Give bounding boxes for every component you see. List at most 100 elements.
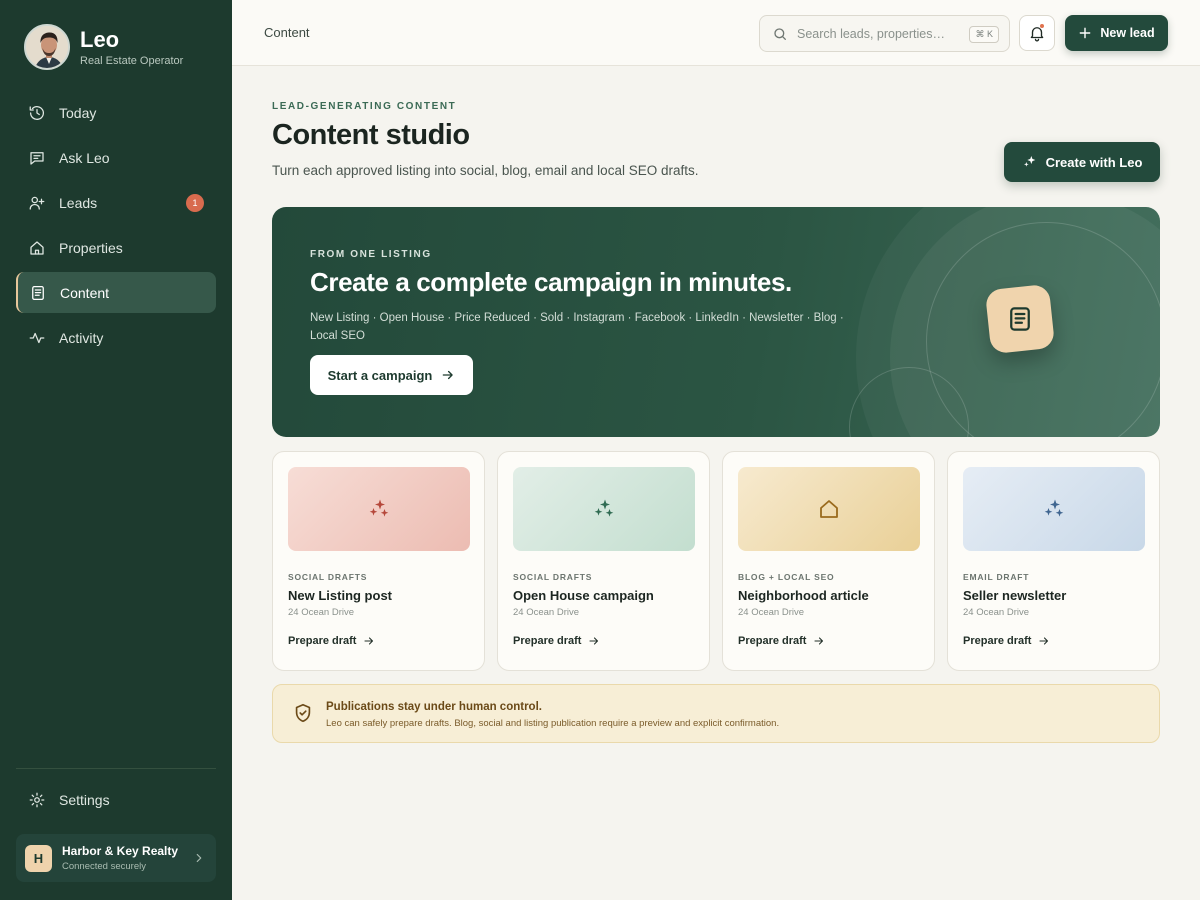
template-card[interactable]: SOCIAL DRAFTS Open House campaign 24 Oce… (497, 451, 710, 671)
top-header: Content ⌘ K New lead (232, 0, 1200, 66)
pulse-icon (29, 332, 45, 343)
chat-icon (30, 151, 44, 165)
prepare-draft-label: Prepare draft (963, 635, 1032, 647)
new-lead-label: New lead (1100, 26, 1155, 40)
hero-eyebrow: FROM ONE LISTING (310, 249, 432, 260)
leads-count-badge: 1 (186, 194, 204, 212)
org-logo: H (25, 844, 52, 872)
search-icon (774, 27, 786, 40)
create-with-leo-button[interactable]: Create with Leo (1004, 142, 1160, 182)
card-category: SOCIAL DRAFTS (288, 572, 368, 582)
card-category: SOCIAL DRAFTS (513, 572, 593, 582)
sparkles-icon (594, 499, 614, 517)
sidebar-item-label: Content (60, 284, 110, 301)
prepare-draft-button[interactable]: Prepare draft (963, 635, 1050, 647)
start-campaign-label: Start a campaign (327, 367, 433, 383)
page-title: Content studio (272, 119, 470, 151)
org-status: Connected securely (62, 861, 146, 872)
chevron-right-icon (196, 853, 202, 863)
arrow-right-icon (1039, 637, 1049, 645)
card-category: EMAIL DRAFT (963, 572, 1030, 582)
sidebar-item-label: Activity (59, 329, 104, 346)
avatar (24, 24, 70, 70)
sidebar-item-settings[interactable]: Settings (16, 779, 216, 820)
create-with-leo-label: Create with Leo (1045, 154, 1143, 170)
sparkles-icon (1044, 499, 1064, 517)
card-title: Neighborhood article (738, 588, 869, 603)
sparkles-icon (369, 499, 389, 517)
template-cards: SOCIAL DRAFTS New Listing post 24 Ocean … (272, 451, 1160, 671)
card-art (513, 467, 695, 551)
notifications-button[interactable] (1019, 15, 1055, 51)
sidebar-item-leads[interactable]: Leads 1 (16, 182, 216, 223)
template-card[interactable]: EMAIL DRAFT Seller newsletter 24 Ocean D… (947, 451, 1160, 671)
campaign-hero: FROM ONE LISTING Create a complete campa… (272, 207, 1160, 437)
search-shortcut: ⌘ K (969, 26, 999, 43)
sparkles-icon (1023, 156, 1035, 167)
arrow-right-icon (364, 637, 374, 645)
card-category: BLOG + LOCAL SEO (738, 572, 835, 582)
org-name: Harbor & Key Realty (62, 844, 179, 858)
plus-icon (1080, 27, 1091, 39)
sidebar-item-content[interactable]: Content (16, 272, 216, 313)
sidebar-item-label: Settings (59, 791, 110, 808)
sidebar-item-ask-leo[interactable]: Ask Leo (16, 137, 216, 178)
search-box[interactable]: ⌘ K (759, 15, 1010, 52)
clock-history-icon (29, 105, 44, 120)
arrow-right-icon (814, 637, 824, 645)
profile[interactable]: Leo Real Estate Operator (24, 24, 183, 70)
card-art (963, 467, 1145, 551)
sidebar-item-label: Today (59, 104, 97, 121)
search-input[interactable] (797, 26, 947, 41)
sidebar-divider (16, 768, 216, 769)
sidebar-item-label: Properties (59, 239, 123, 256)
house-icon (30, 240, 44, 255)
arrow-right-icon (443, 370, 454, 380)
sidebar-item-today[interactable]: Today (16, 92, 216, 133)
human-control-notice: Publications stay under human control. L… (272, 684, 1160, 743)
hero-channel-list: New Listing · Open House · Price Reduced… (310, 312, 844, 342)
sidebar-item-activity[interactable]: Activity (16, 317, 216, 358)
hero-document-tile (984, 283, 1056, 355)
user-plus-icon (29, 196, 45, 210)
notice-text: Leo can safely prepare drafts. Blog, soc… (326, 718, 780, 729)
document-icon (32, 285, 44, 300)
card-title: New Listing post (288, 588, 392, 603)
card-title: Seller newsletter (963, 588, 1067, 603)
profile-role: Real Estate Operator (80, 55, 184, 67)
house-icon (820, 500, 838, 518)
prepare-draft-button[interactable]: Prepare draft (288, 635, 375, 647)
organization-switcher[interactable]: H Harbor & Key Realty Connected securely (16, 834, 216, 882)
card-address: 24 Ocean Drive (288, 607, 355, 618)
sidebar-item-label: Leads (59, 194, 98, 211)
card-title: Open House campaign (513, 588, 654, 603)
sidebar-item-label: Ask Leo (59, 149, 110, 166)
arrow-right-icon (589, 637, 599, 645)
card-address: 24 Ocean Drive (963, 607, 1030, 618)
new-lead-button[interactable]: New lead (1065, 15, 1168, 51)
prepare-draft-button[interactable]: Prepare draft (738, 635, 825, 647)
page-subtitle: Turn each approved listing into social, … (272, 163, 699, 178)
sidebar-item-properties[interactable]: Properties (16, 227, 216, 268)
breadcrumb: Content (264, 25, 310, 40)
notice-title: Publications stay under human control. (326, 701, 542, 713)
card-address: 24 Ocean Drive (738, 607, 805, 618)
prepare-draft-button[interactable]: Prepare draft (513, 635, 600, 647)
prepare-draft-label: Prepare draft (288, 635, 357, 647)
start-campaign-button[interactable]: Start a campaign (310, 355, 473, 395)
sidebar-nav: Today Ask Leo Leads 1 Properties Content… (16, 92, 216, 362)
prepare-draft-label: Prepare draft (513, 635, 582, 647)
template-card[interactable]: SOCIAL DRAFTS New Listing post 24 Ocean … (272, 451, 485, 671)
prepare-draft-label: Prepare draft (738, 635, 807, 647)
template-card[interactable]: BLOG + LOCAL SEO Neighborhood article 24… (722, 451, 935, 671)
gear-icon (29, 792, 45, 807)
card-art (738, 467, 920, 551)
page-eyebrow: LEAD-GENERATING CONTENT (272, 101, 457, 112)
card-address: 24 Ocean Drive (513, 607, 580, 618)
hero-title: Create a complete campaign in minutes. (310, 267, 792, 297)
shield-check-icon (295, 703, 311, 723)
document-icon (1010, 307, 1030, 331)
profile-name: Leo (80, 27, 120, 52)
notification-dot (1039, 23, 1045, 29)
sidebar: Leo Real Estate Operator Today Ask Leo L… (0, 0, 232, 900)
